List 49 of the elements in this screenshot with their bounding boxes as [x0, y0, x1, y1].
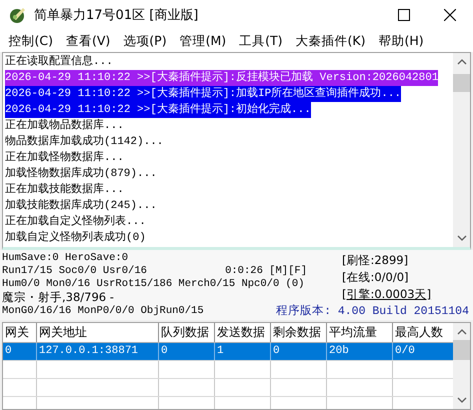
column-header[interactable]: 网关地址 [37, 323, 159, 342]
counter-text: [在线:0/0/0] [342, 269, 410, 286]
menu-item[interactable]: 控制(C) [2, 32, 60, 50]
maximize-icon [398, 9, 410, 21]
menu-item[interactable]: 大秦插件(K) [289, 32, 372, 50]
table-cell: 0 [159, 343, 215, 360]
column-header[interactable]: 网关 [3, 323, 37, 342]
scroll-down-icon[interactable] [456, 235, 466, 242]
scroll-down-icon[interactable] [456, 397, 466, 404]
log-line: 正在加载技能数据库... [5, 182, 124, 198]
menu-item[interactable]: 帮助(H) [372, 32, 430, 50]
window-title: 简单暴力17号01区 [商业版] [34, 7, 198, 24]
table-cell: 127.0.0.1:38871 [37, 343, 159, 360]
status-text: MonG0/16/16 MonP0/0/0 ObjRun0/15 [2, 305, 204, 318]
counter-text: [刷怪:2899] [342, 252, 410, 269]
log-line: 物品数据库加载成功(1142)... [5, 134, 164, 150]
table-cell: 0 [3, 343, 37, 360]
scroll-thumb[interactable] [453, 74, 470, 92]
status-text: Hum0/0 Mon0/16 UsrRot15/186 Merch0/15 Npc0/0 (0) [2, 278, 304, 291]
table-cell: 20b [327, 343, 393, 360]
menu-item[interactable]: 选项(P) [116, 32, 174, 50]
log-line: 正在加载物品数据库... [5, 118, 124, 134]
status-text: Run17/15 Soc0/0 Usr0/16 [2, 265, 147, 278]
log-line: 加载技能数据库成功(245)... [5, 198, 157, 214]
table-cell: 1 [215, 343, 271, 360]
version-text: 程序版本: 4.00 Build 20151104 [276, 305, 469, 318]
log-line: 加载自定义怪物列表成功(0) [5, 230, 146, 246]
scroll-up-icon[interactable] [456, 58, 466, 65]
menu-item[interactable]: 管理(M) [173, 32, 233, 50]
table-row[interactable]: 0 127.0.0.1:38871 0 1 0 20b 0/0 [3, 343, 453, 361]
log-line: 加载怪物数据库成功(879)... [5, 166, 157, 182]
column-header[interactable]: 平均流量 [327, 323, 393, 342]
engine-link[interactable]: [引擎:0.0003天] [342, 286, 432, 303]
log-line: 正在加载怪物数据库... [5, 150, 124, 166]
status-text: 魔宗・射手,38/796 - [2, 291, 114, 304]
menu-item[interactable]: 查看(V) [59, 32, 117, 50]
status-text: HumSave:0 HeroSave:0 [2, 252, 128, 265]
close-icon [444, 9, 456, 21]
log-line: 正在加载自定义怪物列表... [5, 214, 146, 230]
log-line: 正在读取配置信息... [5, 54, 113, 70]
scroll-thumb[interactable] [453, 340, 470, 360]
scroll-up-icon[interactable] [456, 328, 466, 335]
column-header[interactable]: 队列数据 [159, 323, 215, 342]
uptime-text: 0:0:26 [M][F] [225, 265, 307, 278]
menu-item[interactable]: 工具(T) [232, 32, 290, 50]
table-cell: 0 [271, 343, 327, 360]
app-icon [8, 5, 28, 25]
column-header[interactable]: 发送数据 [215, 323, 271, 342]
column-header[interactable]: 剩余数据 [271, 323, 327, 342]
